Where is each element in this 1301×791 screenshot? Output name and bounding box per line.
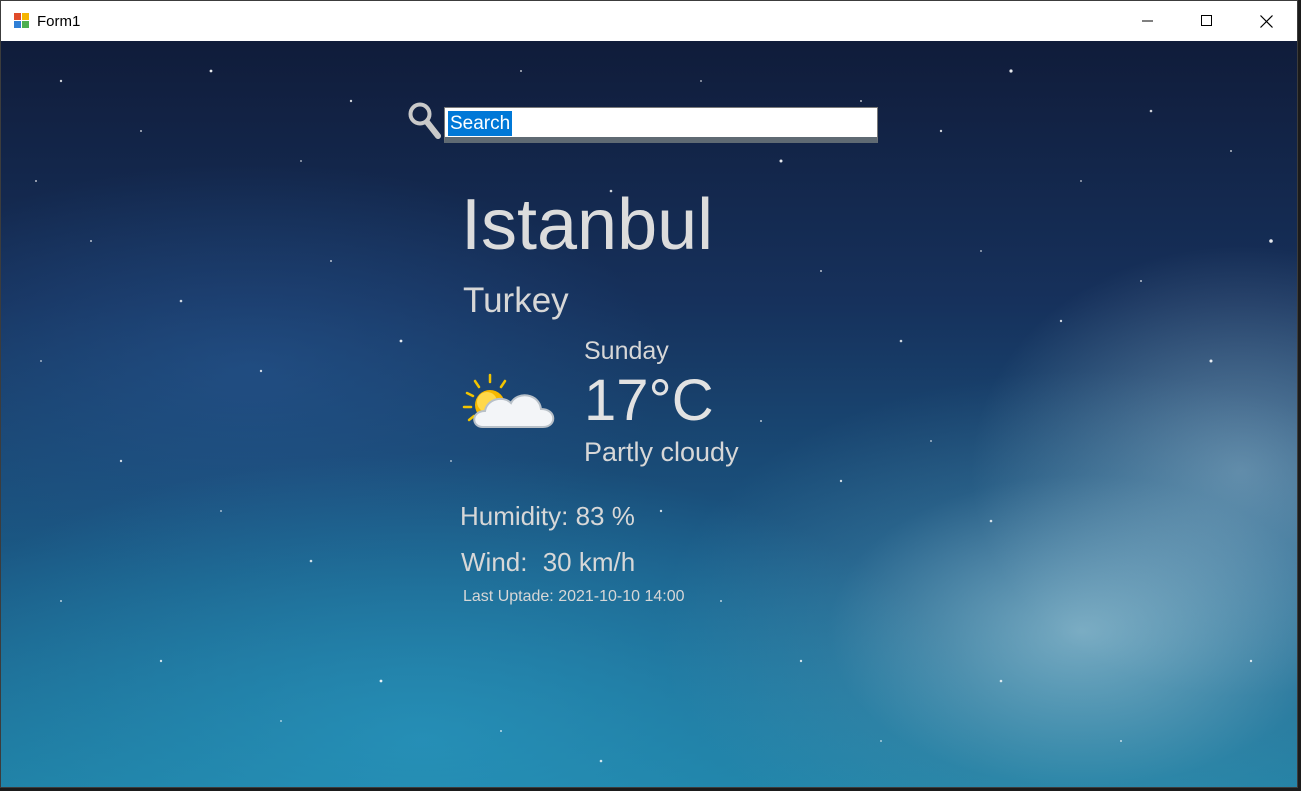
humidity-label: Humidity: bbox=[460, 501, 569, 531]
weather-condition: Partly cloudy bbox=[584, 437, 739, 467]
minimize-icon bbox=[1142, 20, 1153, 22]
title-bar[interactable]: Form1 bbox=[1, 1, 1297, 41]
humidity-value: 83 % bbox=[575, 501, 635, 531]
window-title: Form1 bbox=[37, 13, 81, 30]
last-update-value: 2021-10-10 14:00 bbox=[558, 588, 685, 605]
country-name: Turkey bbox=[463, 281, 569, 320]
search-icon[interactable] bbox=[407, 101, 441, 139]
city-name: Istanbul bbox=[461, 185, 714, 265]
app-icon bbox=[14, 13, 29, 28]
weather-panel: Search Istanbul Turkey Sunday 17°C Partl… bbox=[1, 41, 1297, 787]
close-button[interactable] bbox=[1237, 1, 1295, 41]
last-update-label: Last Uptade: bbox=[463, 588, 554, 605]
wind-label: Wind: bbox=[461, 547, 528, 577]
search-input[interactable]: Search bbox=[444, 107, 878, 143]
maximize-button[interactable] bbox=[1178, 1, 1236, 41]
weather-day: Sunday bbox=[584, 337, 669, 365]
wind-row: Wind: 30 km/h bbox=[461, 547, 635, 578]
minimize-button[interactable] bbox=[1119, 1, 1177, 41]
app-window: Form1 Search Istanbul Turkey Sunday 17°C… bbox=[0, 0, 1298, 788]
search-input-value[interactable]: Search bbox=[448, 111, 513, 136]
partly-cloudy-icon bbox=[462, 373, 555, 428]
last-update-row: Last Uptade: 2021-10-10 14:00 bbox=[463, 588, 685, 606]
close-icon bbox=[1259, 14, 1273, 28]
humidity-row: Humidity: 83 % bbox=[460, 501, 635, 532]
maximize-icon bbox=[1201, 15, 1212, 26]
temperature: 17°C bbox=[584, 368, 714, 433]
wind-value: 30 km/h bbox=[542, 547, 636, 577]
